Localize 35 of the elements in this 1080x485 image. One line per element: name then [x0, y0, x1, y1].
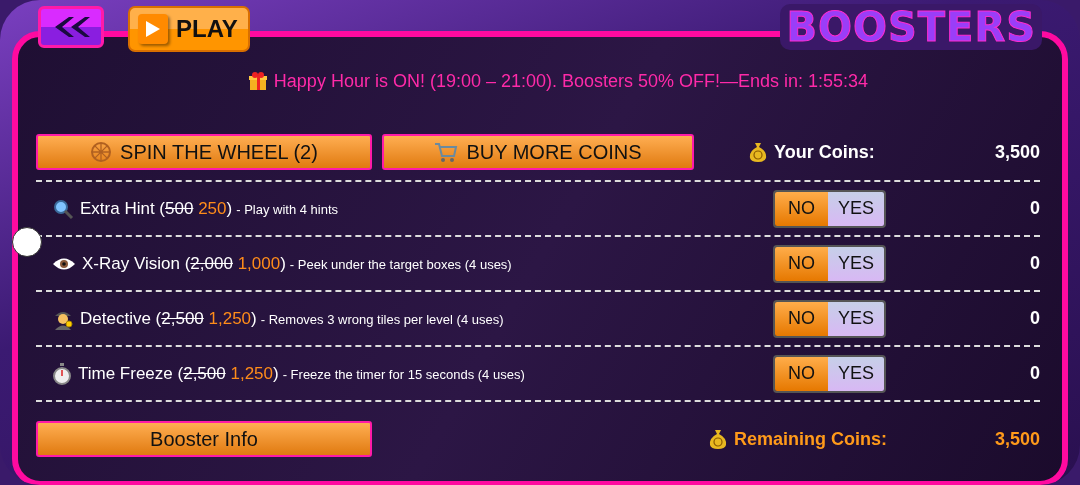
- money-bag-icon: [748, 141, 768, 163]
- booster-count: 0: [1030, 253, 1040, 274]
- toggle-option[interactable]: YES: [828, 301, 884, 336]
- buy-coins-button[interactable]: BUY MORE COINS: [382, 134, 694, 170]
- cart-icon: [434, 141, 459, 163]
- booster-info-button[interactable]: Booster Info: [36, 421, 372, 457]
- toggle-option[interactable]: NO: [775, 356, 828, 391]
- play-button[interactable]: PLAY: [128, 6, 250, 52]
- happy-hour-text: Happy Hour is ON! (19:00 – 21:00). Boosters 50% OFF!—Ends in: 1:55:34: [273, 70, 869, 92]
- toggle-option[interactable]: YES: [828, 246, 884, 281]
- gift-icon: [247, 71, 268, 91]
- toggle-option[interactable]: NO: [775, 246, 828, 281]
- screen-title: BOOSTERS: [780, 4, 1042, 50]
- coins-label: Your Coins:: [774, 141, 875, 163]
- toggle-option[interactable]: YES: [828, 356, 884, 391]
- booster-title: Detective (2,500 1,250) - Removes 3 wrong tiles per level (4 uses): [80, 308, 504, 329]
- back-button[interactable]: [38, 6, 104, 48]
- money-bag-icon: [708, 428, 728, 450]
- booster-title: X-Ray Vision (2,000 1,000) - Peek under the target boxes (4 uses): [82, 253, 512, 274]
- booster-count: 0: [1030, 308, 1040, 329]
- remaining-coins-label: Remaining Coins:: [734, 428, 887, 450]
- remaining-coins-value: 3,500: [994, 428, 1040, 450]
- magnifier-icon: [52, 197, 74, 220]
- booster-count: 0: [1030, 363, 1040, 384]
- spin-wheel-button[interactable]: SPIN THE WHEEL (2): [36, 134, 372, 170]
- play-icon: [138, 14, 168, 44]
- stopwatch-icon: [52, 362, 72, 385]
- toggle-option[interactable]: NO: [775, 301, 828, 336]
- booster-title: Time Freeze (2,500 1,250) - Freeze the timer for 15 seconds (4 uses): [78, 363, 525, 384]
- wheel-icon: [90, 141, 113, 163]
- booster-title: Extra Hint (500 250) - Play with 4 hints: [80, 198, 339, 219]
- toggle-option[interactable]: NO: [775, 191, 828, 226]
- booster-count: 0: [1030, 198, 1040, 219]
- coins-value: 3,500: [994, 141, 1040, 163]
- toggle-option[interactable]: YES: [828, 191, 884, 226]
